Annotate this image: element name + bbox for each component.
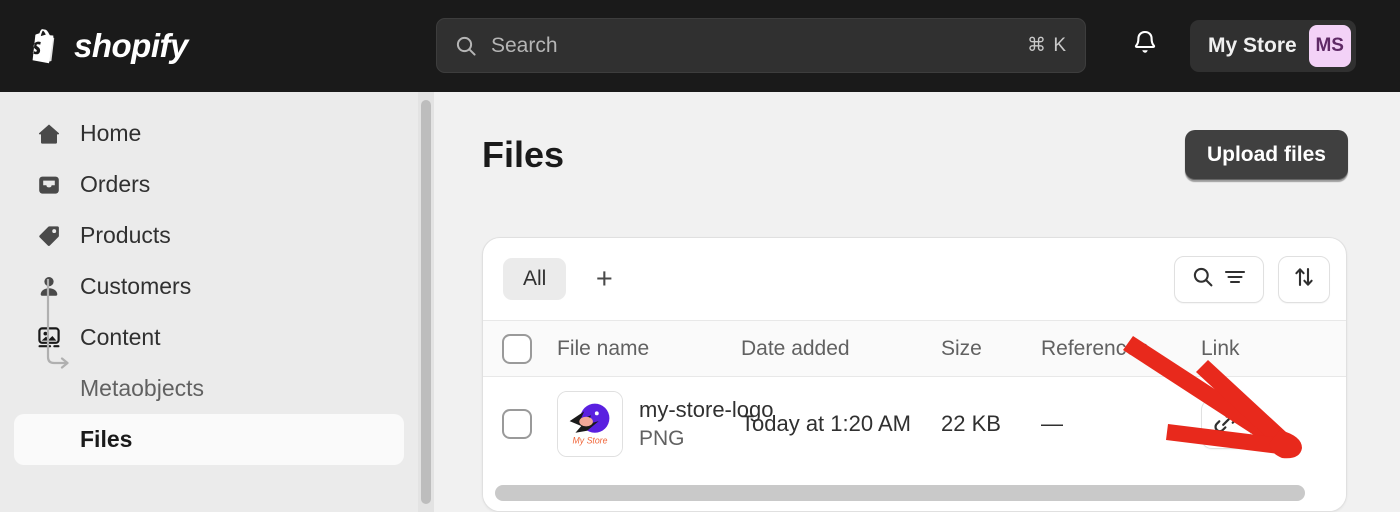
cell-link	[1201, 399, 1287, 449]
row-checkbox-cell	[483, 409, 551, 439]
home-icon	[36, 121, 62, 147]
page-header: Files Upload files	[434, 92, 1400, 180]
sidebar-subitem-label: Files	[80, 426, 133, 452]
global-search-bar[interactable]: Search ⌘ K	[436, 18, 1086, 73]
sidebar-item-files[interactable]: Files	[14, 414, 404, 465]
page-title: Files	[482, 134, 565, 175]
shopify-bag-icon	[22, 24, 62, 68]
add-view-button[interactable]: +	[584, 259, 624, 299]
person-icon	[36, 274, 62, 300]
column-header-link[interactable]: Link	[1201, 337, 1287, 361]
select-all-checkbox-cell	[483, 333, 551, 364]
row-checkbox[interactable]	[502, 409, 532, 439]
avatar[interactable]: MS	[1308, 25, 1351, 67]
files-card: All + File name Date added Size Referenc…	[482, 237, 1347, 512]
sidebar-item-label: Products	[80, 222, 171, 248]
card-toolbar: All +	[483, 238, 1346, 320]
copy-link-button[interactable]	[1201, 399, 1251, 449]
shopify-wordmark: shopify	[74, 27, 188, 64]
cell-references: —	[1041, 411, 1063, 436]
cell-date-added: Today at 1:20 AM	[741, 411, 911, 436]
search-icon	[1192, 266, 1214, 293]
column-header-size[interactable]: Size	[941, 337, 1041, 361]
store-switcher-button[interactable]: My Store MS	[1190, 20, 1356, 72]
sidebar: Home Orders Products Customers Content M…	[0, 92, 418, 512]
column-header-references[interactable]: References	[1041, 337, 1201, 361]
sidebar-item-orders[interactable]: Orders	[14, 159, 404, 210]
cell-file-name: My Store my-store-logo PNG	[551, 391, 773, 457]
search-input[interactable]: Search	[491, 34, 1027, 58]
sidebar-item-customers[interactable]: Customers	[14, 261, 404, 312]
column-header-file-name[interactable]: File name	[551, 337, 741, 361]
tag-icon	[36, 223, 62, 249]
shopify-brand[interactable]: shopify	[22, 24, 402, 68]
table-horizontal-scrollbar[interactable]	[483, 475, 1346, 511]
sort-button[interactable]	[1278, 255, 1330, 303]
filter-icon	[1224, 268, 1246, 291]
select-all-checkbox[interactable]	[502, 333, 532, 364]
sidebar-item-label: Customers	[80, 273, 192, 299]
cell-size: 22 KB	[941, 411, 1001, 436]
table-row[interactable]: My Store my-store-logo PNG Today at 1:20…	[483, 377, 1346, 471]
main-content: Files Upload files All + File name Date …	[434, 92, 1400, 512]
shopify-admin-window: shopify Search ⌘ K My Store MS Home Orde…	[0, 0, 1400, 512]
search-icon	[455, 35, 477, 57]
sort-arrows-icon	[1292, 265, 1316, 294]
search-and-filter-button[interactable]	[1174, 255, 1264, 303]
sidebar-scrollbar-thumb[interactable]	[421, 100, 431, 504]
sidebar-item-label: Orders	[80, 171, 151, 197]
chain-link-icon	[1213, 409, 1239, 440]
file-name-cell-inner: My Store my-store-logo PNG	[557, 391, 773, 457]
notifications-button[interactable]	[1124, 24, 1166, 66]
column-header-date-added[interactable]: Date added	[741, 337, 941, 361]
my-store-logo-thumbnail[interactable]: My Store	[557, 391, 623, 457]
content-image-icon	[36, 325, 62, 351]
sidebar-item-label: Home	[80, 120, 142, 146]
sidebar-item-metaobjects[interactable]: Metaobjects	[14, 363, 404, 414]
sidebar-subitem-label: Metaobjects	[80, 375, 205, 401]
tab-all[interactable]: All	[503, 258, 567, 300]
sidebar-item-home[interactable]: Home	[14, 108, 404, 159]
sidebar-item-products[interactable]: Products	[14, 210, 404, 261]
orders-icon	[36, 172, 62, 198]
top-bar: shopify Search ⌘ K My Store MS	[0, 0, 1400, 92]
svg-text:My Store: My Store	[573, 435, 608, 445]
upload-files-button[interactable]: Upload files	[1184, 130, 1348, 180]
bell-icon	[1132, 29, 1158, 62]
sidebar-item-content[interactable]: Content	[14, 312, 404, 363]
search-shortcut-hint: ⌘ K	[1027, 35, 1067, 56]
store-name-label: My Store	[1208, 34, 1297, 57]
table-header-row: File name Date added Size References Lin…	[483, 320, 1346, 377]
horizontal-scrollbar-thumb[interactable]	[495, 485, 1305, 501]
sidebar-item-label: Content	[80, 324, 161, 350]
